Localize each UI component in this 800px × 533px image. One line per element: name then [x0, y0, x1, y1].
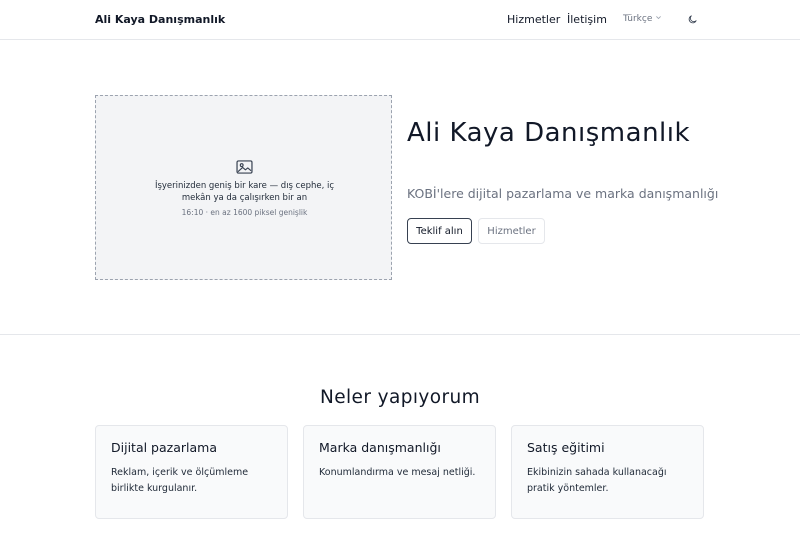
service-card-text: Reklam, içerik ve ölçümleme birlikte kur… [111, 467, 249, 494]
service-card-brand-consulting: Marka danışmanlığı Konumlandırma ve mesa… [303, 425, 496, 519]
nav-link-services[interactable]: Hizmetler [507, 13, 560, 26]
image-placeholder-hint: 16:10 · en az 1600 piksel genişlik [181, 208, 308, 217]
image-icon [236, 160, 253, 174]
language-selector[interactable]: Türkçe [623, 14, 662, 24]
nav-link-contact[interactable]: İletişim [567, 13, 607, 26]
chevron-down-icon [655, 14, 662, 24]
hero-image-placeholder: İşyerinizden geniş bir kare — dış cephe,… [95, 95, 392, 280]
language-label: Türkçe [623, 14, 653, 24]
hero-title: Ali Kaya Danışmanlık [407, 118, 691, 148]
image-placeholder-caption: İşyerinizden geniş bir kare — dış cephe,… [154, 181, 335, 203]
brand-logo-link[interactable]: Ali Kaya Danışmanlık [95, 13, 225, 26]
moon-icon [687, 14, 698, 25]
services-button[interactable]: Hizmetler [478, 218, 545, 244]
hero-subtitle: KOBİ'lere dijital pazarlama ve marka dan… [407, 186, 719, 201]
service-card-text: Ekibinizin sahada kullanacağı pratik yön… [527, 467, 667, 494]
section-divider [0, 334, 800, 335]
service-card-title: Dijital pazarlama [111, 440, 217, 455]
services-section-title: Neler yapıyorum [319, 387, 481, 408]
service-card-digital-marketing: Dijital pazarlama Reklam, içerik ve ölçü… [95, 425, 288, 519]
service-card-text: Konumlandırma ve mesaj netliği. [319, 467, 476, 478]
service-card-title: Marka danışmanlığı [319, 440, 441, 455]
service-card-title: Satış eğitimi [527, 440, 605, 455]
theme-toggle-button[interactable] [687, 14, 698, 25]
service-card-sales-training: Satış eğitimi Ekibinizin sahada kullanac… [511, 425, 704, 519]
get-quote-button[interactable]: Teklif alın [407, 218, 472, 244]
site-header: Ali Kaya Danışmanlık Hizmetler İletişim … [0, 0, 800, 40]
